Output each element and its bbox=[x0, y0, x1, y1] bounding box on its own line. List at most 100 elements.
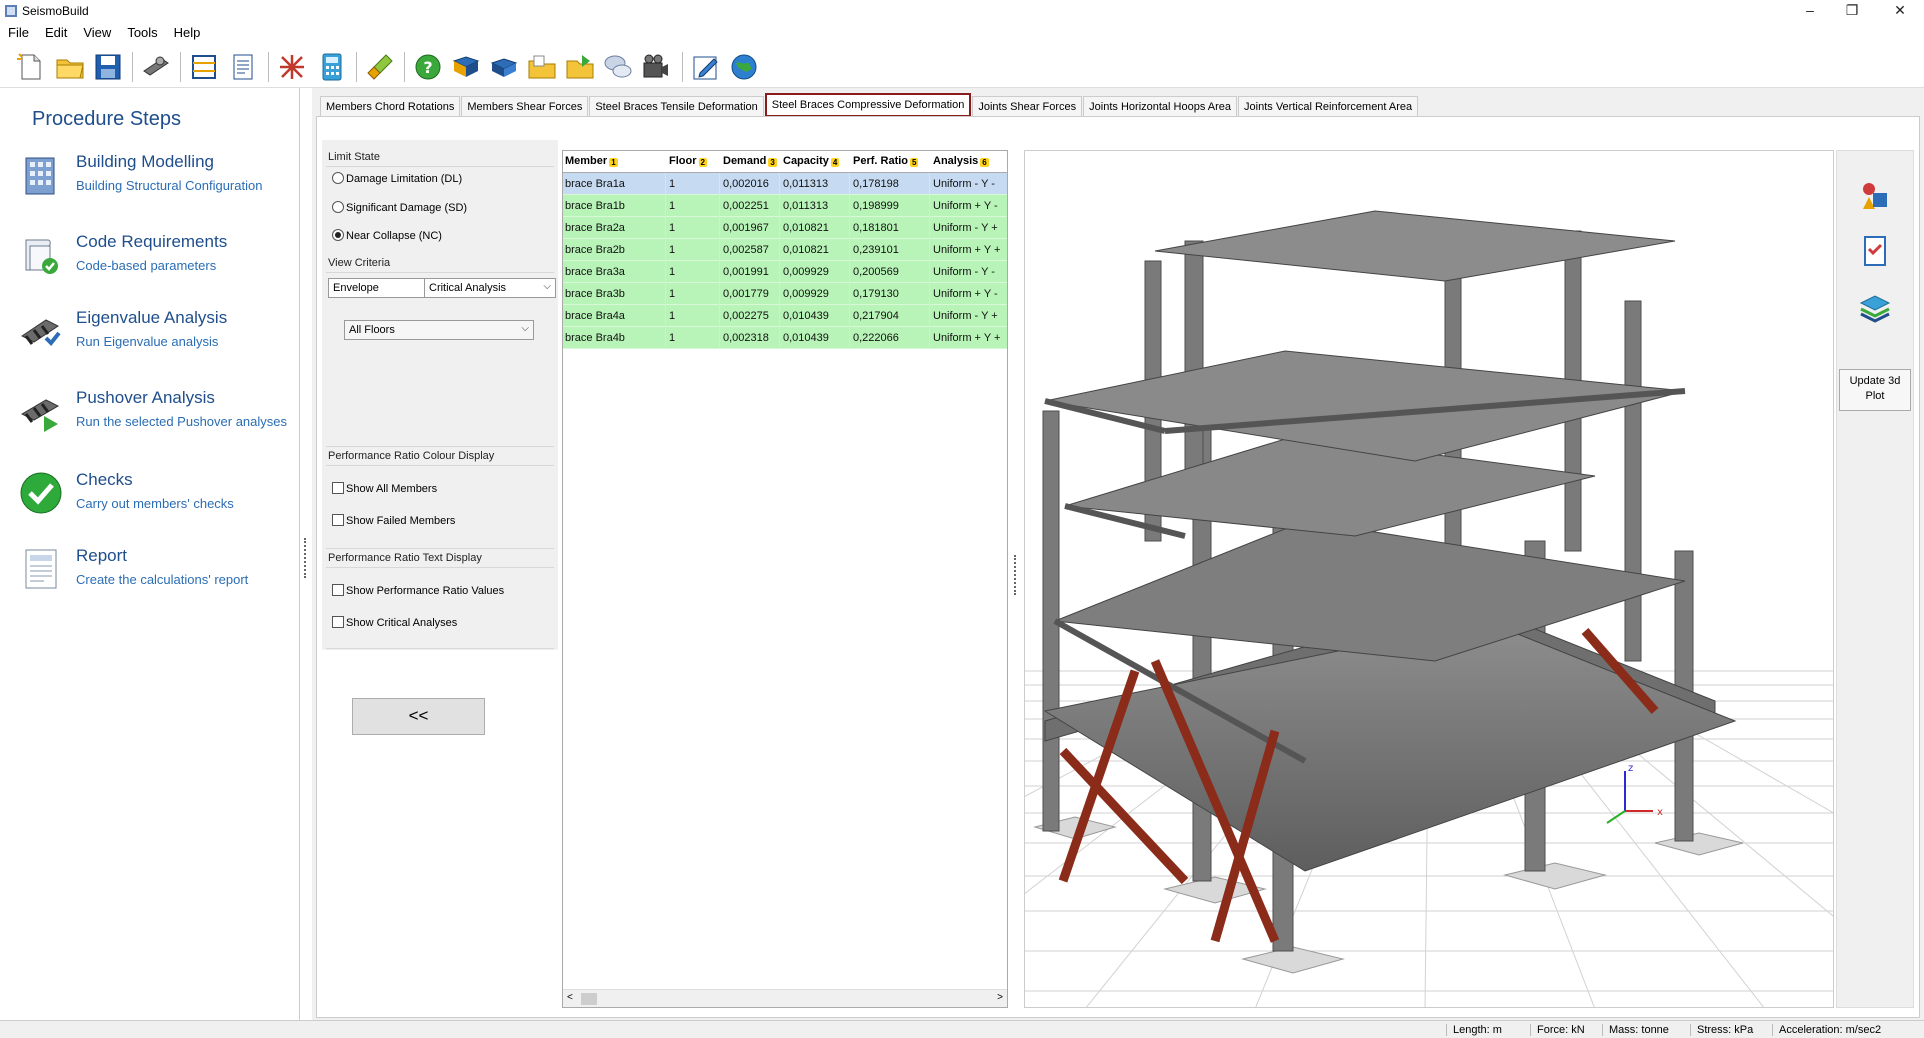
globe-icon[interactable] bbox=[728, 51, 760, 83]
report-doc-icon[interactable] bbox=[228, 51, 260, 83]
table-row[interactable]: brace Bra1a 1 0,002016 0,011313 0,178198 Unif… bbox=[563, 173, 1007, 195]
radio-near-collapse[interactable]: Near Collapse (NC) bbox=[332, 229, 442, 242]
table-cell: brace Bra3a bbox=[565, 266, 625, 278]
frame-icon[interactable] bbox=[188, 51, 220, 83]
tab-joints-horizontal-hoops[interactable]: Joints Horizontal Hoops Area bbox=[1083, 96, 1238, 116]
step-code-requirements[interactable]: Code Requirements Code-based parameters bbox=[0, 228, 300, 298]
col-member[interactable]: Member 1 bbox=[565, 155, 618, 167]
table-cell: Uniform + Y - bbox=[933, 288, 998, 300]
step-report[interactable]: Report Create the calculations' report bbox=[0, 542, 300, 612]
table-cell: 0,010821 bbox=[783, 222, 829, 234]
table-row[interactable]: brace Bra1b 1 0,002251 0,011313 0,198999 Unif… bbox=[563, 195, 1007, 217]
table-cell: 0,002587 bbox=[723, 244, 769, 256]
table-row[interactable]: brace Bra3b 1 0,001779 0,009929 0,179130 Unif… bbox=[563, 283, 1007, 305]
restore-icon[interactable]: ❐ bbox=[1842, 2, 1862, 19]
minimize-icon[interactable]: – bbox=[1800, 2, 1820, 18]
step-subtitle[interactable]: Run Eigenvalue analysis bbox=[76, 334, 218, 349]
step-subtitle[interactable]: Building Structural Configuration bbox=[76, 178, 262, 193]
col-floor[interactable]: Floor 2 bbox=[669, 155, 707, 167]
tab-steel-braces-compressive[interactable]: Steel Braces Compressive Deformation bbox=[764, 93, 972, 117]
axis-gizmo: z x bbox=[1606, 763, 1663, 824]
chevron-down-icon: ⌵ bbox=[521, 323, 529, 334]
table-cell: 0,010439 bbox=[783, 332, 829, 344]
envelope-field[interactable]: Envelope bbox=[328, 278, 426, 298]
menu-file[interactable]: File bbox=[0, 22, 37, 40]
step-subtitle[interactable]: Create the calculations' report bbox=[76, 572, 248, 587]
status-force: Force: kN bbox=[1530, 1024, 1585, 1036]
splitter-handle[interactable] bbox=[1014, 555, 1018, 595]
table-cell: 0,011313 bbox=[783, 200, 829, 212]
col-analysis[interactable]: Analysis 6 bbox=[933, 155, 989, 167]
menu-edit[interactable]: Edit bbox=[37, 22, 75, 40]
tab-joints-vertical-reinforcement[interactable]: Joints Vertical Reinforcement Area bbox=[1238, 96, 1419, 116]
radio-significant-damage[interactable]: Significant Damage (SD) bbox=[332, 201, 467, 214]
table-row[interactable]: brace Bra2a 1 0,001967 0,010821 0,181801 Unif… bbox=[563, 217, 1007, 239]
step-building-modelling[interactable]: Building Modelling Building Structural C… bbox=[0, 148, 300, 218]
edit-icon[interactable] bbox=[690, 51, 722, 83]
table-cell: 1 bbox=[669, 244, 676, 256]
table-cell: 1 bbox=[669, 310, 676, 322]
status-mass: Mass: tonne bbox=[1602, 1024, 1669, 1036]
tab-joints-shear-forces[interactable]: Joints Shear Forces bbox=[972, 96, 1083, 116]
help-icon[interactable]: ? bbox=[412, 51, 444, 83]
structure-icon[interactable] bbox=[276, 51, 308, 83]
table-row[interactable]: brace Bra4a 1 0,002275 0,010439 0,217904 Unif… bbox=[563, 305, 1007, 327]
splitter-handle[interactable] bbox=[304, 538, 308, 578]
folder-icon[interactable] bbox=[526, 51, 558, 83]
collapse-button[interactable]: << bbox=[352, 698, 485, 735]
col-demand[interactable]: Demand 3 bbox=[723, 155, 777, 167]
table-cell: Uniform + Y - bbox=[933, 200, 998, 212]
3d-view[interactable]: z x bbox=[1024, 150, 1834, 1008]
settings-icon[interactable] bbox=[140, 51, 172, 83]
scroll-left-icon[interactable]: < bbox=[567, 992, 573, 1003]
col-perf-ratio[interactable]: Perf. Ratio 5 bbox=[853, 155, 919, 167]
show-critical-analyses-checkbox[interactable]: Show Critical Analyses bbox=[332, 616, 457, 629]
scroll-thumb[interactable] bbox=[581, 993, 597, 1005]
3d-tools-panel: Update 3d Plot bbox=[1836, 150, 1914, 1008]
show-all-members-checkbox[interactable]: Show All Members bbox=[332, 482, 437, 495]
scroll-right-icon[interactable]: > bbox=[997, 992, 1003, 1003]
menu-view[interactable]: View bbox=[75, 22, 119, 40]
step-pushover-analysis[interactable]: Pushover Analysis Run the selected Pusho… bbox=[0, 384, 300, 454]
book-2-icon[interactable] bbox=[488, 51, 520, 83]
step-subtitle[interactable]: Run the selected Pushover analyses bbox=[76, 414, 287, 429]
new-file-icon[interactable] bbox=[14, 51, 46, 83]
tab-members-chord-rotations[interactable]: Members Chord Rotations bbox=[320, 96, 461, 116]
col-capacity[interactable]: Capacity 4 bbox=[783, 155, 840, 167]
show-failed-members-checkbox[interactable]: Show Failed Members bbox=[332, 514, 455, 527]
book-icon[interactable] bbox=[450, 51, 482, 83]
radio-damage-limitation[interactable]: Damage Limitation (DL) bbox=[332, 172, 462, 185]
tab-members-shear-forces[interactable]: Members Shear Forces bbox=[461, 96, 589, 116]
table-cell: brace Bra2a bbox=[565, 222, 625, 234]
update-3d-plot-button[interactable]: Update 3d Plot bbox=[1839, 369, 1911, 411]
table-cell: 0,010821 bbox=[783, 244, 829, 256]
critical-analysis-select[interactable]: Critical Analysis ⌵ bbox=[424, 278, 556, 298]
open-folder-icon[interactable] bbox=[54, 51, 86, 83]
menu-tools[interactable]: Tools bbox=[119, 22, 165, 40]
brush-icon[interactable] bbox=[364, 51, 396, 83]
step-subtitle[interactable]: Code-based parameters bbox=[76, 258, 216, 273]
report-icon bbox=[25, 549, 57, 589]
menu-help[interactable]: Help bbox=[166, 22, 209, 40]
table-row[interactable]: brace Bra4b 1 0,002318 0,010439 0,222066 Unif… bbox=[563, 327, 1007, 349]
save-icon[interactable] bbox=[92, 51, 124, 83]
building-3d-model: z x bbox=[1025, 210, 1833, 1007]
checklist-icon[interactable] bbox=[1857, 233, 1893, 269]
show-ratio-values-checkbox[interactable]: Show Performance Ratio Values bbox=[332, 584, 504, 597]
calculator-icon[interactable] bbox=[316, 51, 348, 83]
horizontal-scrollbar[interactable]: < > bbox=[563, 989, 1007, 1007]
table-row[interactable]: brace Bra3a 1 0,001991 0,009929 0,200569 Unif… bbox=[563, 261, 1007, 283]
table-cell: 0,002016 bbox=[723, 178, 769, 190]
shapes-icon[interactable] bbox=[1857, 179, 1893, 215]
step-subtitle[interactable]: Carry out members' checks bbox=[76, 496, 234, 511]
step-eigenvalue-analysis[interactable]: Eigenvalue Analysis Run Eigenvalue analy… bbox=[0, 304, 300, 374]
floors-select[interactable]: All Floors ⌵ bbox=[344, 320, 534, 340]
layers-icon[interactable] bbox=[1857, 289, 1893, 325]
video-icon[interactable] bbox=[640, 51, 672, 83]
folder-2-icon[interactable] bbox=[564, 51, 596, 83]
close-icon[interactable]: ✕ bbox=[1890, 2, 1910, 19]
step-checks[interactable]: Checks Carry out members' checks bbox=[0, 466, 300, 536]
tab-steel-braces-tensile[interactable]: Steel Braces Tensile Deformation bbox=[589, 96, 764, 116]
chat-icon[interactable] bbox=[602, 51, 634, 83]
table-row[interactable]: brace Bra2b 1 0,002587 0,010821 0,239101 Unif… bbox=[563, 239, 1007, 261]
